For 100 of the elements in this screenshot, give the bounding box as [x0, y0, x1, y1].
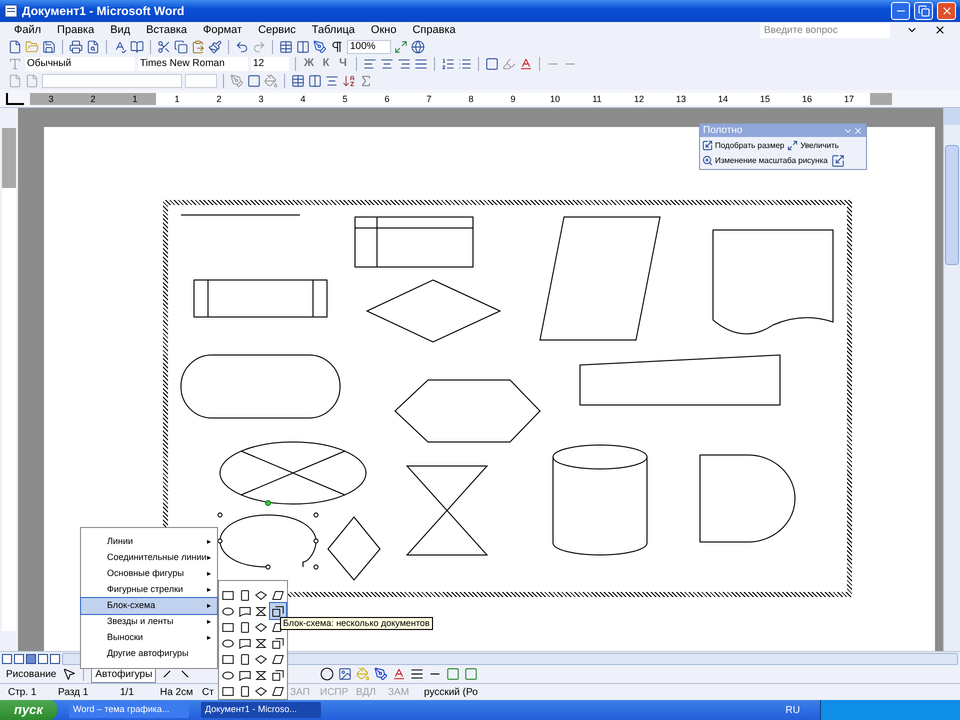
- align-left-icon[interactable]: [363, 56, 377, 70]
- menu-item[interactable]: Другие автофигуры: [81, 646, 217, 662]
- menu-item[interactable]: Формат: [203, 24, 242, 36]
- taskbar-button[interactable]: Word – тема графика...: [69, 702, 189, 718]
- status-text: Стр. 1: [8, 686, 36, 698]
- format-button[interactable]: К: [319, 55, 333, 72]
- restore-button[interactable]: [914, 2, 933, 20]
- combo-field[interactable]: [42, 74, 182, 88]
- style-field[interactable]: Обычный: [25, 56, 135, 70]
- pointer-icon[interactable]: [62, 667, 76, 681]
- ruler-number: 8: [467, 92, 474, 104]
- table-icon[interactable]: [279, 40, 293, 54]
- close-button[interactable]: [937, 2, 956, 20]
- ruler-number: 10: [548, 92, 561, 104]
- restore-icon: [918, 5, 930, 17]
- pilcrow-icon[interactable]: [330, 40, 344, 54]
- format-button[interactable]: Ч: [336, 55, 350, 72]
- taskbar-button[interactable]: Документ1 - Microso...: [201, 702, 321, 718]
- drawing-icon[interactable]: [313, 40, 327, 54]
- border-icon[interactable]: [247, 74, 261, 88]
- zoom-field[interactable]: 100%: [347, 40, 391, 54]
- menu-item[interactable]: Файл: [14, 24, 42, 36]
- spelling-icon[interactable]: [113, 40, 127, 54]
- copy-icon[interactable]: [174, 40, 188, 54]
- ruler-number: 1: [114, 92, 156, 104]
- line-style-icon[interactable]: [410, 667, 424, 681]
- window-title: Документ1 - Microsoft Word: [22, 3, 186, 20]
- close-icon: [940, 5, 952, 17]
- align-icon[interactable]: [325, 74, 339, 88]
- font-size-field[interactable]: 12: [251, 56, 289, 70]
- status-text: ВДЛ: [356, 686, 376, 698]
- canvas-toolbar-button[interactable]: Увеличить: [787, 138, 839, 153]
- combo-field[interactable]: [185, 74, 217, 88]
- ruler-number: 6: [383, 92, 390, 104]
- justify-icon[interactable]: [414, 56, 428, 70]
- flowchart-shape-icon: [270, 636, 285, 650]
- font-color-icon[interactable]: [392, 667, 406, 681]
- sum-icon[interactable]: [359, 74, 373, 88]
- format-button[interactable]: Ж: [302, 55, 316, 72]
- paste-icon[interactable]: [191, 40, 205, 54]
- font-field[interactable]: Times New Roman: [138, 56, 248, 70]
- menu-item[interactable]: Звезды и ленты ▸: [81, 614, 217, 630]
- flowchart-shape-icon: [221, 588, 236, 602]
- submenu-arrow: ▸: [207, 584, 211, 596]
- shadow-icon[interactable]: [446, 667, 460, 681]
- menu-item[interactable]: Линии ▸: [81, 534, 217, 550]
- menu-item[interactable]: Блок-схема ▸: [81, 598, 217, 614]
- diamond-shape: [327, 516, 381, 581]
- tab-selector-icon[interactable]: [6, 92, 24, 104]
- menu-item[interactable]: Правка: [57, 24, 94, 36]
- status-text: Ст: [202, 686, 214, 698]
- menu-item[interactable]: Сервис: [258, 24, 296, 36]
- align-center-icon[interactable]: [380, 56, 394, 70]
- picture-icon[interactable]: [338, 667, 352, 681]
- menu-item[interactable]: Основные фигуры ▸: [81, 566, 217, 582]
- align-right-icon[interactable]: [397, 56, 411, 70]
- canvas-toolbar-button[interactable]: Подобрать размер: [702, 138, 784, 153]
- palette-cell[interactable]: [270, 603, 286, 619]
- menu-item[interactable]: Справка: [412, 24, 456, 36]
- menu-item[interactable]: Вставка: [146, 24, 188, 36]
- flowchart-shape-icon: [254, 684, 268, 698]
- flowchart-shape-icon: [221, 684, 236, 698]
- status-text: 1/1: [120, 686, 134, 698]
- 3d-icon[interactable]: [464, 667, 478, 681]
- start-button[interactable]: пуск: [0, 700, 57, 720]
- printer-icon[interactable]: [69, 40, 83, 54]
- sort-icon[interactable]: [342, 74, 356, 88]
- ruler-number: 4: [299, 92, 306, 104]
- menu-item[interactable]: Выноски ▸: [81, 630, 217, 646]
- help-search-field[interactable]: Введите вопрос: [760, 22, 890, 38]
- draw-menu-button[interactable]: Рисование: [4, 666, 58, 682]
- flowchart-shape-icon: [254, 588, 268, 602]
- undo-icon[interactable]: [235, 40, 249, 54]
- oval-icon[interactable]: [320, 667, 334, 681]
- fill-color-icon[interactable]: [356, 667, 370, 681]
- print-preview-icon[interactable]: [86, 40, 100, 54]
- minimize-button[interactable]: [891, 2, 910, 20]
- menu-item[interactable]: Окно: [370, 24, 396, 36]
- save-icon[interactable]: [42, 40, 56, 54]
- line-color-icon[interactable]: [374, 667, 388, 681]
- format-painter-icon[interactable]: [208, 40, 222, 54]
- vertical-scrollbar[interactable]: [943, 108, 960, 651]
- columns-icon[interactable]: [308, 74, 322, 88]
- help-icon[interactable]: [411, 40, 425, 54]
- canvas-toolbar-button[interactable]: Изменение масштаба рисунка: [702, 153, 828, 168]
- menu-item[interactable]: Соединительные линии▸: [81, 550, 217, 566]
- columns-icon[interactable]: [296, 40, 310, 54]
- language-indicator[interactable]: RU: [786, 702, 800, 718]
- book-icon[interactable]: [130, 40, 144, 54]
- status-text: ЗАМ: [388, 686, 410, 698]
- font-color-icon[interactable]: [519, 56, 533, 70]
- border-icon[interactable]: [485, 56, 499, 70]
- menu-item[interactable]: Вид: [110, 24, 130, 36]
- menu-item[interactable]: Таблица: [312, 24, 355, 36]
- table-icon[interactable]: [291, 74, 305, 88]
- close-icon[interactable]: [934, 24, 946, 36]
- menu-item[interactable]: Фигурные стрелки ▸: [81, 582, 217, 598]
- cut-icon[interactable]: [157, 40, 171, 54]
- numbered-list-icon[interactable]: [441, 56, 455, 70]
- new-document-icon[interactable]: [8, 40, 22, 54]
